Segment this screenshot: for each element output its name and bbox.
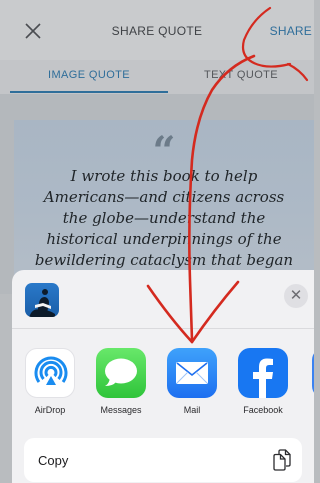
- tab-label: TEXT QUOTE: [203, 69, 279, 81]
- copy-label: Copy: [38, 453, 69, 468]
- copy-icon: [273, 449, 291, 471]
- share-app-messages[interactable]: Messages: [91, 348, 151, 415]
- share-quote-screen: SHARE QUOTE SHARE IMAGE QUOTE TEXT QUOTE…: [0, 0, 314, 483]
- share-app-more[interactable]: [312, 348, 314, 398]
- airdrop-icon: [25, 348, 75, 398]
- divider: [12, 328, 314, 329]
- quote-text: I wrote this book to help Americans—and …: [14, 166, 314, 271]
- close-icon: ✕: [289, 287, 303, 304]
- share-app-mail[interactable]: Mail: [162, 348, 222, 415]
- close-share-sheet-button[interactable]: ✕: [284, 284, 308, 308]
- share-app-facebook[interactable]: Facebook: [233, 348, 293, 415]
- top-bar: SHARE QUOTE SHARE: [0, 0, 314, 60]
- share-app-airdrop[interactable]: AirDrop: [20, 348, 80, 415]
- share-sheet-header: ✕: [12, 270, 314, 328]
- mail-icon: [167, 348, 217, 398]
- app-label: Messages: [100, 405, 142, 415]
- app-label: Mail: [183, 405, 201, 415]
- quote-line: I wrote this book to help: [70, 167, 258, 185]
- app-label: AirDrop: [34, 405, 66, 415]
- quote-line: historical underpinnings of the: [46, 230, 282, 248]
- tab-text-quote[interactable]: TEXT QUOTE: [168, 60, 314, 94]
- quote-line: bewildering cataclysm that began: [34, 251, 294, 269]
- page-title: SHARE QUOTE: [111, 24, 203, 38]
- app-label: Facebook: [243, 405, 283, 415]
- tab-selected-indicator: [10, 91, 168, 93]
- share-button[interactable]: SHARE: [270, 24, 312, 38]
- messages-icon: [96, 348, 146, 398]
- share-apps-row: AirDrop Messages Mail Facebook: [12, 348, 314, 418]
- tab-image-quote[interactable]: IMAGE QUOTE: [10, 60, 168, 94]
- copy-action[interactable]: Copy: [24, 438, 302, 482]
- quote-line: the globe—understand the: [62, 209, 266, 227]
- tab-bar: IMAGE QUOTE TEXT QUOTE: [0, 60, 314, 94]
- quote-line: Americans—and citizens across: [43, 188, 285, 206]
- tab-label: IMAGE QUOTE: [47, 69, 131, 81]
- share-sheet: ✕ AirDrop Messages Mail Facebook Copy: [12, 270, 314, 483]
- quote-preview-area: “ I wrote this book to help Americans—an…: [0, 94, 314, 320]
- facebook-icon: [238, 348, 288, 398]
- kindle-app-icon: [25, 283, 59, 317]
